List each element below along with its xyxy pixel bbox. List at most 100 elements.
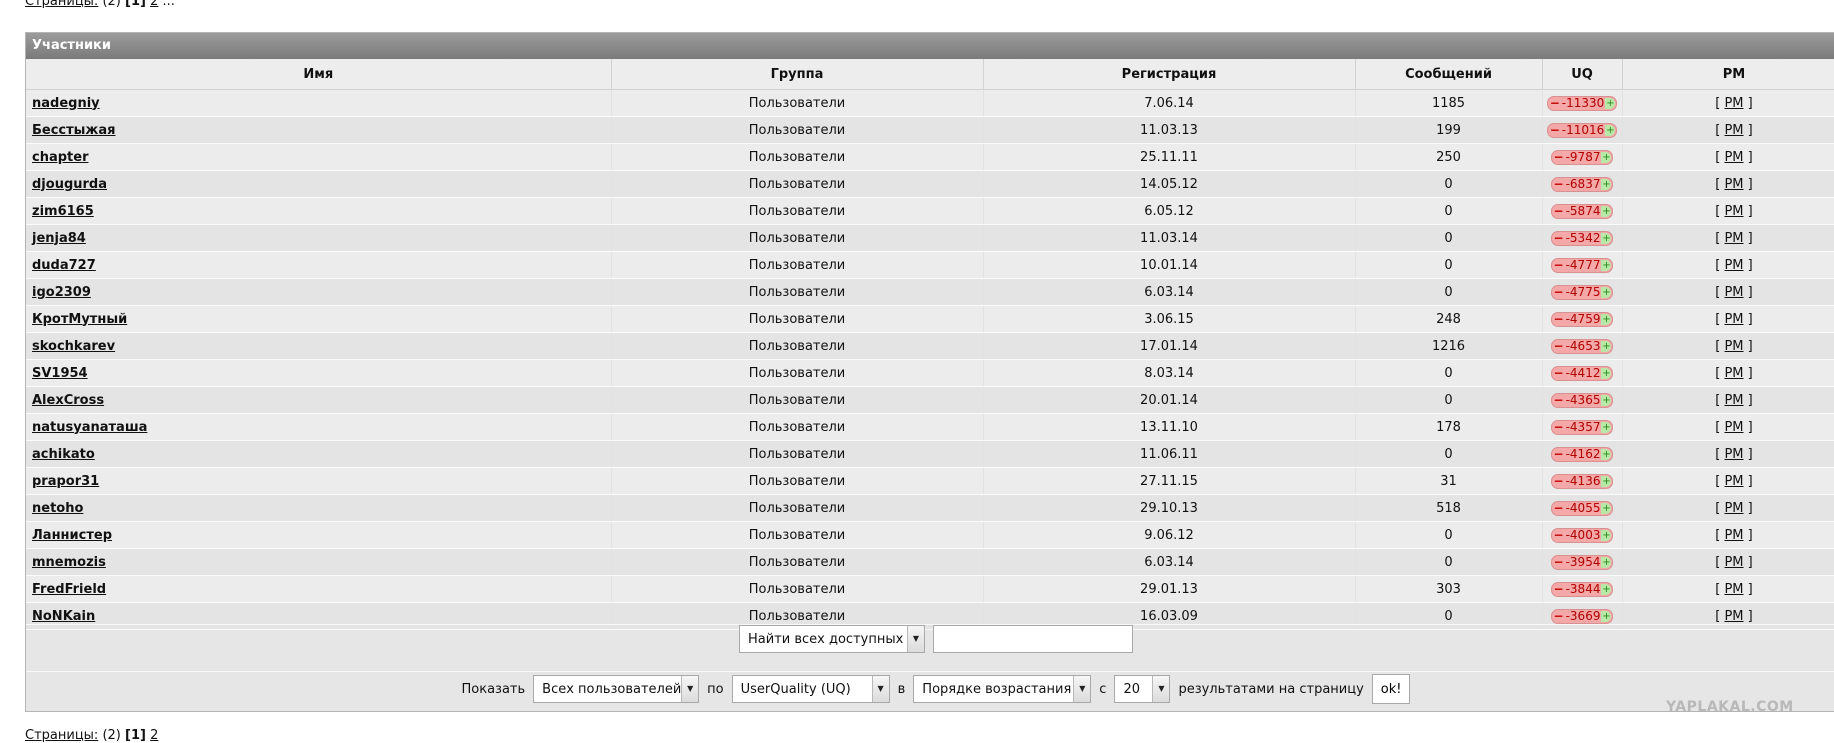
pm-link[interactable]: PM [1724, 285, 1743, 300]
chevron-down-icon[interactable]: ▼ [871, 676, 889, 702]
uq-minus-icon[interactable]: − [1554, 339, 1564, 353]
sort-order-select[interactable]: Порядке возрастания ▼ [913, 675, 1092, 703]
uq-plus-icon[interactable]: + [1601, 610, 1612, 622]
member-name-link[interactable]: FredFrield [32, 582, 106, 597]
col-group-header[interactable]: Группа [611, 59, 984, 90]
uq-plus-icon[interactable]: + [1601, 286, 1612, 298]
pages-link[interactable]: Страницы: [25, 0, 98, 9]
uq-plus-icon[interactable]: + [1601, 205, 1612, 217]
pm-link[interactable]: PM [1724, 474, 1743, 489]
ok-button[interactable]: ok! [1371, 674, 1411, 704]
uq-plus-icon[interactable]: + [1601, 340, 1612, 352]
pm-link[interactable]: PM [1724, 312, 1743, 327]
uq-plus-icon[interactable]: + [1601, 583, 1612, 595]
pm-link[interactable]: PM [1724, 393, 1743, 408]
uq-plus-icon[interactable]: + [1605, 97, 1616, 109]
member-name-link[interactable]: КротМутный [32, 312, 127, 327]
member-name-link[interactable]: prapor31 [32, 474, 99, 489]
uq-plus-icon[interactable]: + [1601, 367, 1612, 379]
member-name-link[interactable]: NoNKain [32, 609, 95, 624]
chevron-down-icon[interactable]: ▼ [907, 626, 924, 652]
uq-minus-icon[interactable]: − [1554, 609, 1564, 623]
uq-minus-icon[interactable]: − [1550, 96, 1560, 110]
uq-plus-icon[interactable]: + [1601, 178, 1612, 190]
chevron-down-icon[interactable]: ▼ [1152, 676, 1170, 702]
uq-plus-icon[interactable]: + [1601, 313, 1612, 325]
uq-minus-icon[interactable]: − [1554, 393, 1564, 407]
member-name-link[interactable]: duda727 [32, 258, 96, 273]
pm-link[interactable]: PM [1724, 528, 1743, 543]
page-2-link[interactable]: 2 [150, 728, 158, 743]
uq-plus-icon[interactable]: + [1601, 448, 1612, 460]
chevron-down-icon[interactable]: ▼ [1073, 676, 1091, 702]
uq-plus-icon[interactable]: + [1601, 259, 1612, 271]
pm-link[interactable]: PM [1724, 231, 1743, 246]
uq-minus-icon[interactable]: − [1554, 150, 1564, 164]
uq-minus-icon[interactable]: − [1550, 123, 1560, 137]
uq-minus-icon[interactable]: − [1554, 420, 1564, 434]
col-registered-header[interactable]: Регистрация [983, 59, 1356, 90]
member-name-link[interactable]: achikato [32, 447, 95, 462]
pm-link[interactable]: PM [1724, 150, 1743, 165]
search-scope-select[interactable]: Найти всех доступных ▼ [739, 625, 925, 653]
member-name-link[interactable]: Ланнистер [32, 528, 112, 543]
pm-link[interactable]: PM [1724, 420, 1743, 435]
uq-plus-icon[interactable]: + [1601, 475, 1612, 487]
pm-link[interactable]: PM [1724, 123, 1743, 138]
per-page-select[interactable]: 20 ▼ [1114, 675, 1171, 703]
pm-link[interactable]: PM [1724, 258, 1743, 273]
uq-plus-icon[interactable]: + [1601, 421, 1612, 433]
pm-link[interactable]: PM [1724, 204, 1743, 219]
chevron-down-icon[interactable]: ▼ [681, 676, 699, 702]
uq-minus-icon[interactable]: − [1554, 177, 1564, 191]
pm-link[interactable]: PM [1724, 366, 1743, 381]
member-name-link[interactable]: skochkarev [32, 339, 115, 354]
pm-link[interactable]: PM [1724, 96, 1743, 111]
uq-minus-icon[interactable]: − [1554, 555, 1564, 569]
uq-plus-icon[interactable]: + [1601, 394, 1612, 406]
uq-minus-icon[interactable]: − [1554, 312, 1564, 326]
col-pm-header[interactable]: PM [1622, 59, 1834, 90]
uq-minus-icon[interactable]: − [1554, 258, 1564, 272]
uq-minus-icon[interactable]: − [1554, 474, 1564, 488]
uq-minus-icon[interactable]: − [1554, 447, 1564, 461]
member-name-link[interactable]: igo2309 [32, 285, 91, 300]
member-name-link[interactable]: djougurda [32, 177, 107, 192]
uq-plus-icon[interactable]: + [1605, 124, 1616, 136]
uq-minus-icon[interactable]: − [1554, 528, 1564, 542]
member-name-link[interactable]: Бесстыжая [32, 123, 115, 138]
col-posts-header[interactable]: Сообщений [1355, 59, 1543, 90]
member-name-link[interactable]: chapter [32, 150, 88, 165]
pm-link[interactable]: PM [1724, 582, 1743, 597]
pm-link[interactable]: PM [1724, 339, 1743, 354]
pm-link[interactable]: PM [1724, 555, 1743, 570]
member-name-link[interactable]: jenja84 [32, 231, 86, 246]
uq-minus-icon[interactable]: − [1554, 501, 1564, 515]
pm-link[interactable]: PM [1724, 609, 1743, 624]
uq-minus-icon[interactable]: − [1554, 366, 1564, 380]
who-select[interactable]: Всех пользователей ▼ [533, 675, 700, 703]
uq-plus-icon[interactable]: + [1601, 151, 1612, 163]
pm-link[interactable]: PM [1724, 177, 1743, 192]
uq-plus-icon[interactable]: + [1601, 529, 1612, 541]
col-name-header[interactable]: Имя [26, 59, 612, 90]
uq-minus-icon[interactable]: − [1554, 285, 1564, 299]
pages-link[interactable]: Страницы: [25, 728, 98, 743]
uq-minus-icon[interactable]: − [1554, 231, 1564, 245]
member-name-link[interactable]: zim6165 [32, 204, 94, 219]
member-name-link[interactable]: SV1954 [32, 366, 88, 381]
search-input[interactable] [933, 625, 1133, 653]
col-uq-header[interactable]: UQ [1542, 59, 1623, 90]
uq-minus-icon[interactable]: − [1554, 204, 1564, 218]
member-name-link[interactable]: AlexCross [32, 393, 104, 408]
member-name-link[interactable]: nadegniy [32, 96, 100, 111]
member-name-link[interactable]: natusyanаташа [32, 420, 147, 435]
sort-field-select[interactable]: UserQuality (UQ) ▼ [731, 675, 890, 703]
member-name-link[interactable]: netoho [32, 501, 83, 516]
pm-link[interactable]: PM [1724, 501, 1743, 516]
uq-plus-icon[interactable]: + [1601, 556, 1612, 568]
uq-plus-icon[interactable]: + [1601, 232, 1612, 244]
pm-link[interactable]: PM [1724, 447, 1743, 462]
uq-minus-icon[interactable]: − [1554, 582, 1564, 596]
uq-plus-icon[interactable]: + [1601, 502, 1612, 514]
